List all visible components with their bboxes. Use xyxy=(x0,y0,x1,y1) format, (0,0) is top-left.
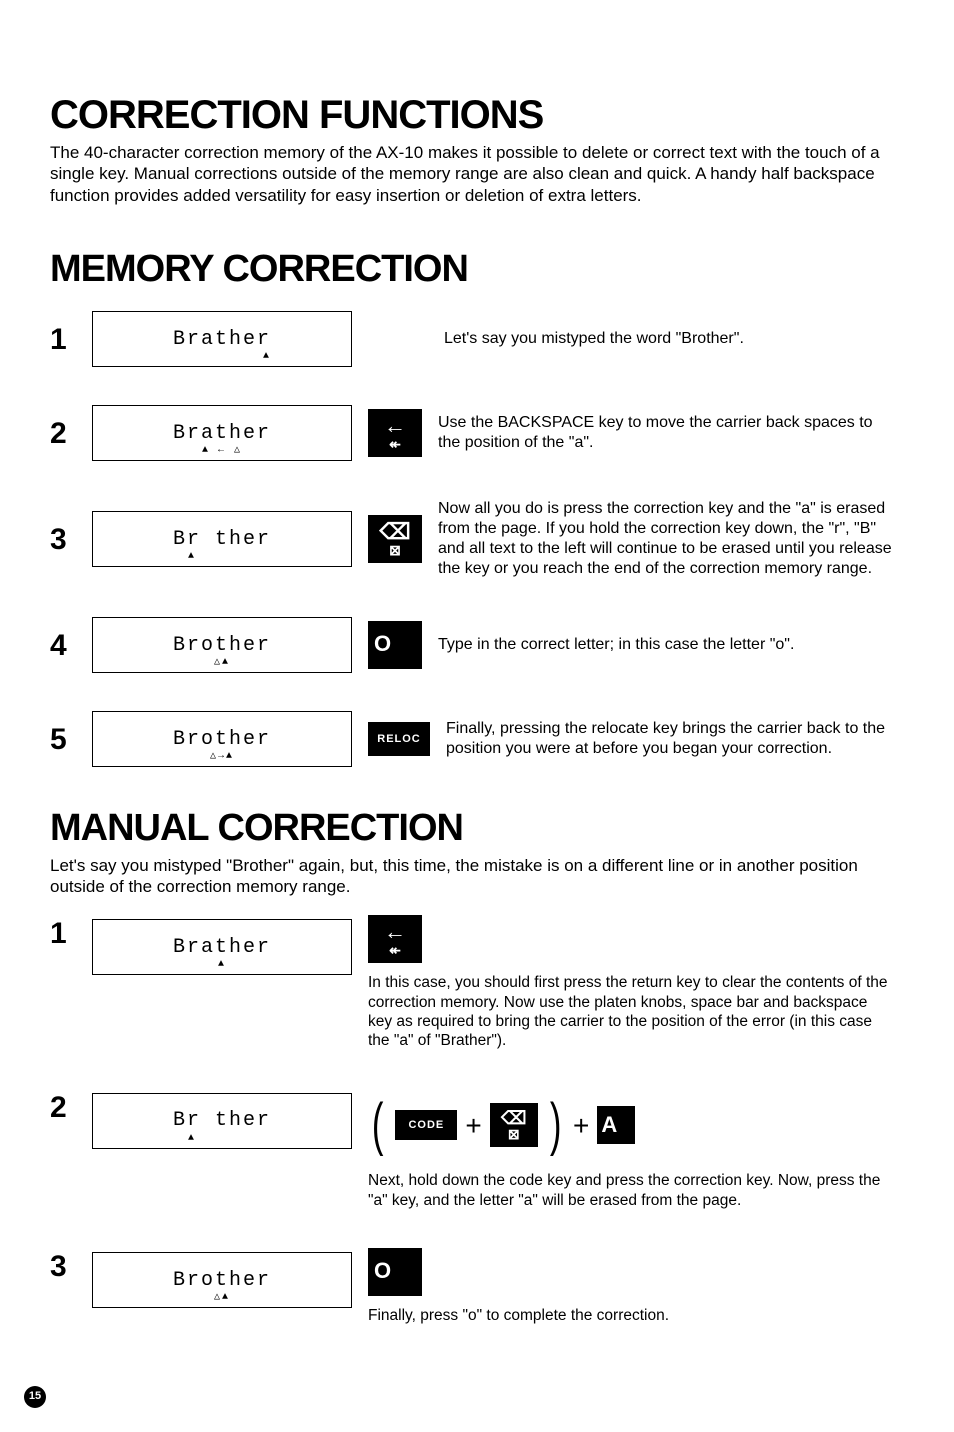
memory-step-5: 5 Brother △→▲ RELOC Finally, pressing th… xyxy=(50,711,904,767)
plus-icon: + xyxy=(465,1108,481,1143)
memory-step-4: 4 Brother △▲ O Type in the correct lette… xyxy=(50,617,904,673)
step-number: 1 xyxy=(50,915,76,953)
carrier-indicator: △→▲ xyxy=(210,752,234,762)
memory-step-3: 3 Br ther ▲ ⌫ ⊠ Now all you do is press … xyxy=(50,499,904,579)
step-number: 3 xyxy=(50,521,76,559)
display-text: Brather xyxy=(173,327,271,352)
step-description: Type in the correct letter; in this case… xyxy=(438,635,898,655)
display-box: Brather ▲ ← △ xyxy=(92,405,352,461)
carrier-indicator: ▲ xyxy=(188,1134,196,1144)
intro-paragraph: The 40-character correction memory of th… xyxy=(50,142,904,206)
key-label: RELOC xyxy=(377,734,421,745)
box-x-icon: ⊠ xyxy=(389,543,401,557)
key-label: O xyxy=(374,633,391,655)
display-text: Br ther xyxy=(173,1108,271,1133)
step-number: 1 xyxy=(50,321,76,359)
step-number: 3 xyxy=(50,1248,76,1286)
display-box: Brother △▲ xyxy=(92,1252,352,1308)
display-box: Br ther ▲ xyxy=(92,511,352,567)
carrier-indicator: ▲ xyxy=(188,552,196,562)
erase-icon: ⌫ xyxy=(501,1109,526,1127)
memory-step-1: 1 Brather ▲ Let's say you mistyped the w… xyxy=(50,311,904,367)
key-label: O xyxy=(374,1260,391,1282)
step-number: 2 xyxy=(50,415,76,453)
manual-step-3: 3 Brother △▲ O Finally, press "o" to com… xyxy=(50,1248,904,1325)
display-text: Brather xyxy=(173,935,271,960)
carrier-indicator: ▲ xyxy=(263,352,271,362)
display-text: Brother xyxy=(173,1268,271,1293)
title-correction-functions: CORRECTION FUNCTIONS xyxy=(50,90,904,140)
step-description: Let's say you mistyped the word "Brother… xyxy=(444,329,904,349)
display-text: Brother xyxy=(173,727,271,752)
carrier-indicator: ▲ ← △ xyxy=(202,446,242,456)
display-box: Brather ▲ xyxy=(92,919,352,975)
reloc-key-icon: RELOC xyxy=(368,722,430,756)
step-description: Next, hold down the code key and press t… xyxy=(368,1171,888,1210)
step-number: 4 xyxy=(50,627,76,665)
backspace-key-icon: ← ↞ xyxy=(368,915,422,963)
correction-key-icon: ⌫ ⊠ xyxy=(490,1103,538,1147)
paren-close-icon: ) xyxy=(550,1089,562,1162)
key-label: CODE xyxy=(408,1120,444,1131)
arrow-double-left-icon: ↞ xyxy=(389,437,401,451)
memory-step-2: 2 Brather ▲ ← △ ← ↞ Use the BACKSPACE ke… xyxy=(50,405,904,461)
code-key-icon: CODE xyxy=(395,1110,457,1140)
arrow-left-icon: ← xyxy=(384,921,406,943)
step-description: Now all you do is press the correction k… xyxy=(438,499,898,579)
erase-icon: ⌫ xyxy=(379,521,410,543)
arrow-left-icon: ← xyxy=(384,415,406,437)
title-memory-correction: MEMORY CORRECTION xyxy=(50,246,904,294)
display-text: Brother xyxy=(173,633,271,658)
box-x-icon: ⊠ xyxy=(508,1127,520,1141)
key-label: A xyxy=(601,1114,617,1136)
display-box: Br ther ▲ xyxy=(92,1093,352,1149)
step-description: In this case, you should first press the… xyxy=(368,973,888,1051)
title-manual-correction: MANUAL CORRECTION xyxy=(50,805,904,853)
step-description: Use the BACKSPACE key to move the carrie… xyxy=(438,413,898,453)
paren-open-icon: ( xyxy=(372,1089,384,1162)
display-text: Br ther xyxy=(173,527,271,552)
letter-o-key-icon: O xyxy=(368,621,422,669)
display-box: Brather ▲ xyxy=(92,311,352,367)
letter-o-key-icon: O xyxy=(368,1248,422,1296)
manual-step-2: 2 Br ther ▲ ( CODE + ⌫ ⊠ ) + A xyxy=(50,1089,904,1210)
manual-steps: 1 Brather ▲ ← ↞ In this case, you should… xyxy=(50,915,904,1325)
display-box: Brother △→▲ xyxy=(92,711,352,767)
letter-a-key-icon: A xyxy=(597,1106,635,1144)
carrier-indicator: △▲ xyxy=(214,1293,230,1303)
page-number-badge: 15 xyxy=(24,1386,46,1408)
arrow-double-left-icon: ↞ xyxy=(389,943,401,957)
display-box: Brother △▲ xyxy=(92,617,352,673)
plus-icon: + xyxy=(573,1108,589,1143)
carrier-indicator: ▲ xyxy=(218,960,226,970)
manual-intro-paragraph: Let's say you mistyped "Brother" again, … xyxy=(50,855,904,898)
step-description: Finally, press "o" to complete the corre… xyxy=(368,1306,888,1325)
correction-key-icon: ⌫ ⊠ xyxy=(368,515,422,563)
step-description: Finally, pressing the relocate key bring… xyxy=(446,719,904,759)
carrier-indicator: △▲ xyxy=(214,658,230,668)
display-text: Brather xyxy=(173,421,271,446)
step-number: 2 xyxy=(50,1089,76,1127)
backspace-key-icon: ← ↞ xyxy=(368,409,422,457)
manual-step-1: 1 Brather ▲ ← ↞ In this case, you should… xyxy=(50,915,904,1051)
key-combination: ( CODE + ⌫ ⊠ ) + A xyxy=(368,1089,904,1162)
memory-steps: 1 Brather ▲ Let's say you mistyped the w… xyxy=(50,311,904,767)
step-number: 5 xyxy=(50,721,76,759)
